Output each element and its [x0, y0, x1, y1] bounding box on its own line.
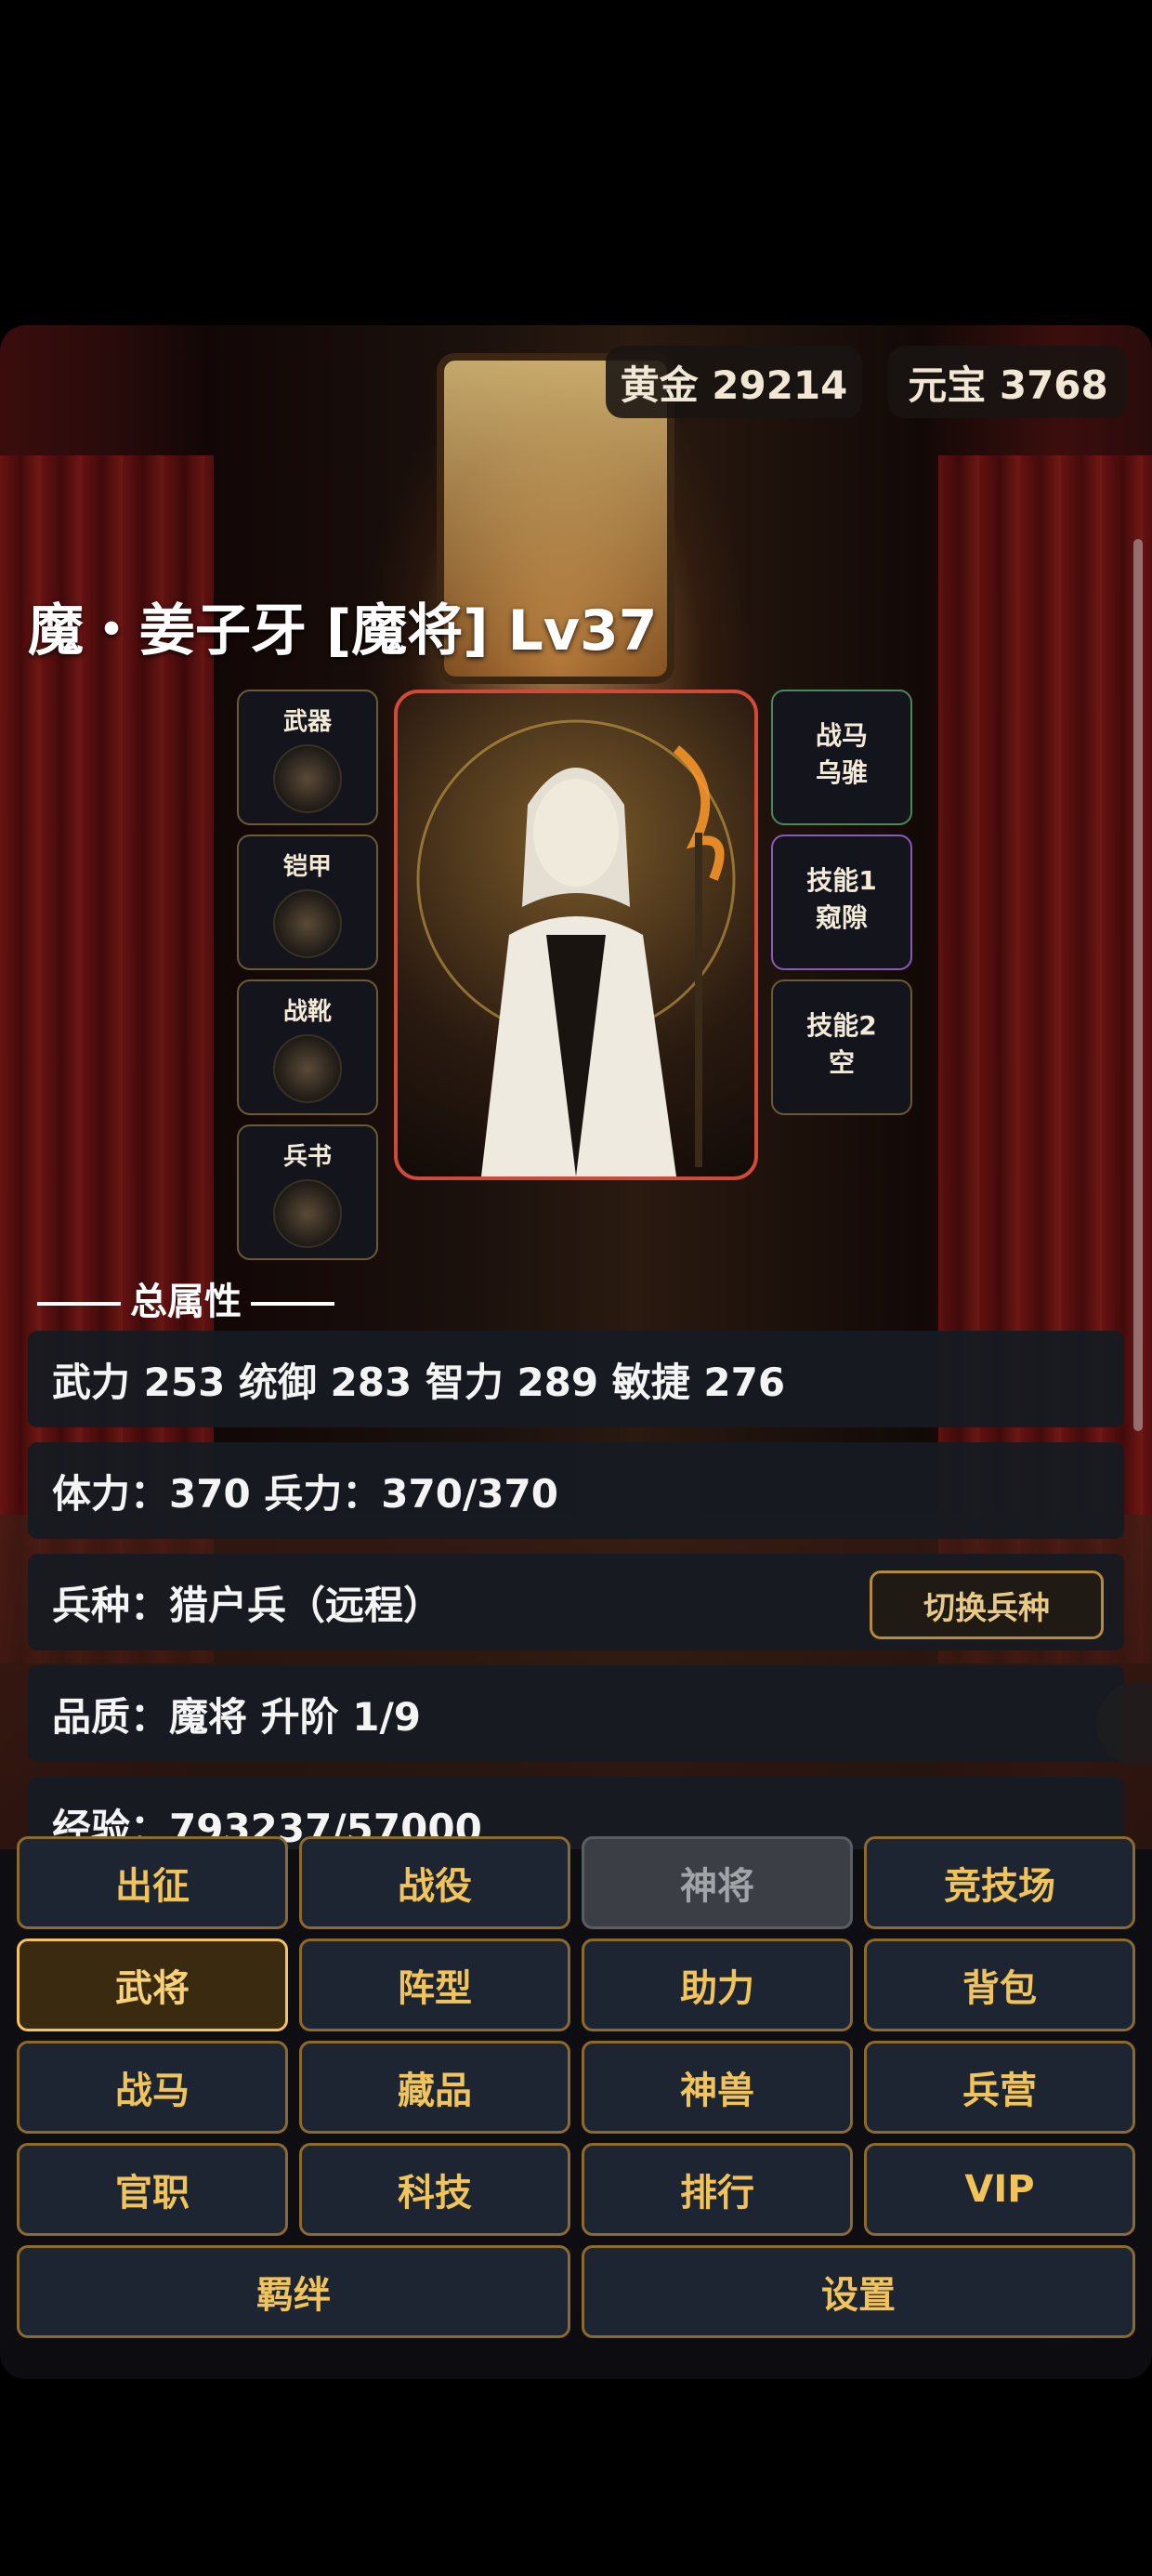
stats-text: 武力 253 统御 283 智力 289 敏捷 276: [52, 1359, 786, 1405]
attributes-section-title: 总属性: [28, 1271, 344, 1325]
equip-slot-armor[interactable]: 铠甲: [237, 835, 378, 970]
horse-slot-label: 战马: [815, 720, 868, 751]
skill2-slot-value: 空: [828, 1047, 855, 1078]
bottom-nav-panel: 出征 战役 神将 竞技场 武将 阵型 助力 背包 战马 藏品 神兽 兵营 官职 …: [0, 1836, 1152, 2379]
scrollbar[interactable]: [1133, 539, 1143, 1431]
nav-vip-button[interactable]: VIP: [864, 2143, 1135, 2236]
nav-campaign-button[interactable]: 战役: [299, 1836, 570, 1929]
hp-row: 体力：370 兵力：370/370: [28, 1442, 1124, 1539]
game-screen: 黄金 29214 元宝 3768 魔・姜子牙 [魔将] Lv37 武器 铠甲 战…: [0, 325, 1152, 2379]
nav-office-button[interactable]: 官职: [17, 2143, 288, 2236]
hero-portrait[interactable]: [394, 690, 758, 1180]
nav-generals-button[interactable]: 武将: [17, 1939, 288, 2031]
nav-arena-button[interactable]: 竞技场: [864, 1836, 1135, 1929]
nav-barracks-button[interactable]: 兵营: [864, 2041, 1135, 2134]
skill1-slot[interactable]: 技能1 窥隙: [771, 835, 912, 970]
quality-text: 品质：魔将 升阶 1/9: [52, 1693, 422, 1740]
nav-settings-button[interactable]: 设置: [582, 2245, 1135, 2338]
nav-assist-button[interactable]: 助力: [582, 1939, 853, 2031]
nav-ranking-button[interactable]: 排行: [582, 2143, 853, 2236]
divider-line: [37, 1302, 121, 1306]
book-icon: [273, 1179, 342, 1248]
equip-slot-boots[interactable]: 战靴: [237, 979, 378, 1115]
nav-divine-general-button[interactable]: 神将: [582, 1836, 853, 1929]
equip-slot-weapon[interactable]: 武器: [237, 690, 378, 825]
divider-line: [251, 1302, 334, 1306]
stats-row: 武力 253 统御 283 智力 289 敏捷 276: [28, 1331, 1124, 1427]
hero-portrait-art: [416, 719, 736, 1176]
skill2-slot[interactable]: 技能2 空: [771, 979, 912, 1115]
quality-row: 品质：魔将 升阶 1/9: [28, 1665, 1124, 1762]
hp-text: 体力：370 兵力：370/370: [52, 1470, 558, 1517]
nav-beast-button[interactable]: 神兽: [582, 2041, 853, 2134]
nav-horse-button[interactable]: 战马: [17, 2041, 288, 2134]
equip-slot-label: 兵书: [282, 1143, 332, 1171]
equip-slot-book[interactable]: 兵书: [237, 1124, 378, 1260]
horse-slot-value: 乌骓: [815, 757, 868, 788]
horse-slot-text: 战马 乌骓: [773, 717, 910, 792]
nav-expedition-button[interactable]: 出征: [17, 1836, 288, 1929]
weapon-icon: [273, 744, 342, 813]
nav-backpack-button[interactable]: 背包: [864, 1939, 1135, 2031]
yuanbao-counter: 元宝 3768: [888, 346, 1128, 418]
nav-formation-button[interactable]: 阵型: [299, 1939, 570, 2031]
skill1-slot-value: 窥隙: [815, 902, 868, 933]
attributes-title-text: 总属性: [130, 1281, 242, 1323]
skill1-slot-text: 技能1 窥隙: [773, 862, 910, 937]
troop-row: 兵种：猎户兵（远程） 切换兵种: [28, 1554, 1124, 1650]
nav-bond-button[interactable]: 羁绊: [17, 2245, 570, 2338]
nav-collection-button[interactable]: 藏品: [299, 2041, 570, 2134]
gold-counter: 黄金 29214: [606, 346, 862, 418]
equip-slot-label: 铠甲: [282, 853, 332, 881]
equip-slot-label: 武器: [282, 708, 332, 736]
hero-title: 魔・姜子牙 [魔将] Lv37: [28, 598, 658, 664]
skill1-slot-label: 技能1: [806, 865, 877, 896]
armor-icon: [273, 889, 342, 958]
troop-text: 兵种：猎户兵（远程）: [52, 1582, 443, 1628]
switch-troop-button[interactable]: 切换兵种: [870, 1571, 1104, 1639]
nav-tech-button[interactable]: 科技: [299, 2143, 570, 2236]
skill2-slot-label: 技能2: [806, 1010, 877, 1041]
horse-slot[interactable]: 战马 乌骓: [771, 690, 912, 825]
equip-slot-label: 战靴: [282, 998, 332, 1026]
boots-icon: [273, 1034, 342, 1103]
skill2-slot-text: 技能2 空: [773, 1007, 910, 1082]
